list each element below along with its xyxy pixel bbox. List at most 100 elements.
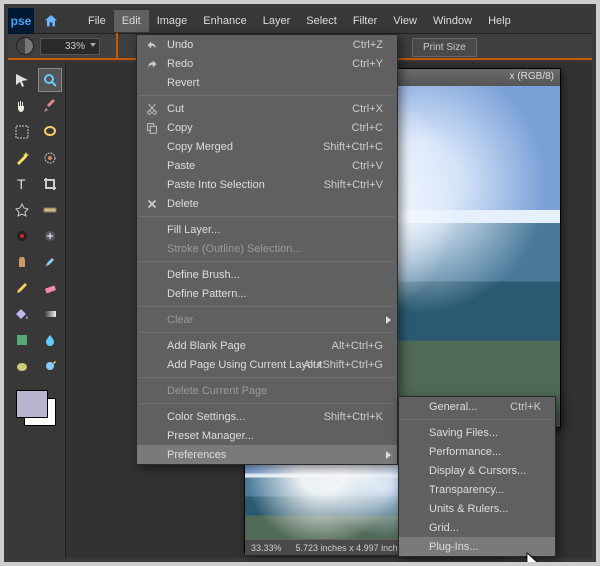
spot-heal-icon xyxy=(42,228,58,244)
menu-bar: FileEditImageEnhanceLayerSelectFilterVie… xyxy=(80,10,519,32)
selection-brush-icon xyxy=(42,150,58,166)
tool-shape[interactable] xyxy=(10,328,34,352)
menu-item-window[interactable]: Window xyxy=(425,10,480,32)
tool-hand[interactable] xyxy=(10,94,34,118)
eyedropper-icon xyxy=(42,98,58,114)
menu-item-file[interactable]: File xyxy=(80,10,114,32)
menu-item-label: Saving Files... xyxy=(429,427,498,439)
menu-item-undo[interactable]: UndoCtrl+Z xyxy=(137,35,397,54)
menu-item-display-cursors[interactable]: Display & Cursors... xyxy=(399,461,555,480)
app-window: pse FileEditImageEnhanceLayerSelectFilte… xyxy=(0,0,600,566)
tool-marquee[interactable] xyxy=(10,120,34,144)
menu-item-delete[interactable]: Delete xyxy=(137,194,397,213)
menu-item-view[interactable]: View xyxy=(385,10,425,32)
tool-pencil[interactable] xyxy=(10,276,34,300)
menu-item-fill-layer[interactable]: Fill Layer... xyxy=(137,220,397,239)
tool-smart-brush[interactable] xyxy=(38,354,62,378)
menu-shortcut: Ctrl+Y xyxy=(352,58,383,70)
tool-cookie[interactable] xyxy=(10,198,34,222)
menu-item-cut[interactable]: CutCtrl+X xyxy=(137,99,397,118)
status-zoom: 33.33% xyxy=(251,543,282,553)
menu-item-define-brush[interactable]: Define Brush... xyxy=(137,265,397,284)
menu-shortcut: Shift+Ctrl+C xyxy=(323,141,383,153)
menu-item-transparency[interactable]: Transparency... xyxy=(399,480,555,499)
tool-eyedropper[interactable] xyxy=(38,94,62,118)
menu-item-layer[interactable]: Layer xyxy=(255,10,299,32)
lasso-icon xyxy=(42,124,58,140)
menu-item-paste[interactable]: PasteCtrl+V xyxy=(137,156,397,175)
menu-item-clear: Clear xyxy=(137,310,397,329)
menu-separator xyxy=(139,377,395,378)
tool-gradient[interactable] xyxy=(38,302,62,326)
tool-brush[interactable] xyxy=(38,250,62,274)
title-bar: pse FileEditImageEnhanceLayerSelectFilte… xyxy=(8,8,592,34)
mouse-cursor xyxy=(526,552,540,566)
menu-item-edit[interactable]: Edit xyxy=(114,10,149,32)
tool-blur[interactable] xyxy=(38,328,62,352)
tool-redeye[interactable] xyxy=(10,224,34,248)
tool-lasso[interactable] xyxy=(38,120,62,144)
tool-straighten[interactable] xyxy=(38,198,62,222)
toolbox: T xyxy=(8,62,66,558)
home-button[interactable] xyxy=(38,8,64,34)
menu-item-saving-files[interactable]: Saving Files... xyxy=(399,423,555,442)
tool-zoom[interactable] xyxy=(38,68,62,92)
menu-item-label: Copy Merged xyxy=(167,141,233,153)
menu-item-label: Revert xyxy=(167,77,199,89)
menu-item-label: Add Blank Page xyxy=(167,340,246,352)
app-logo[interactable]: pse xyxy=(8,8,34,34)
gradient-icon xyxy=(42,306,58,322)
menu-item-label: Plug-Ins... xyxy=(429,541,479,553)
tool-clone[interactable] xyxy=(10,250,34,274)
menu-item-label: Grid... xyxy=(429,522,459,534)
menu-item-help[interactable]: Help xyxy=(480,10,519,32)
zoom-value: 33% xyxy=(65,41,85,52)
menu-item-add-blank-page[interactable]: Add Blank PageAlt+Ctrl+G xyxy=(137,336,397,355)
type-icon: T xyxy=(14,176,30,192)
tool-wand[interactable] xyxy=(10,146,34,170)
blur-icon xyxy=(42,332,58,348)
foreground-color[interactable] xyxy=(16,390,48,418)
marquee-icon xyxy=(14,124,30,140)
menu-item-select[interactable]: Select xyxy=(298,10,345,32)
menu-item-units-rulers[interactable]: Units & Rulers... xyxy=(399,499,555,518)
menu-item-enhance[interactable]: Enhance xyxy=(195,10,254,32)
menu-item-revert[interactable]: Revert xyxy=(137,73,397,92)
cut-icon xyxy=(145,102,159,116)
menu-item-preferences[interactable]: Preferences xyxy=(137,445,397,464)
menu-item-copy[interactable]: CopyCtrl+C xyxy=(137,118,397,137)
menu-item-preset-manager[interactable]: Preset Manager... xyxy=(137,426,397,445)
wand-icon xyxy=(14,150,30,166)
menu-item-grid[interactable]: Grid... xyxy=(399,518,555,537)
tool-move[interactable] xyxy=(10,68,34,92)
menu-item-paste-into-selection[interactable]: Paste Into SelectionShift+Ctrl+V xyxy=(137,175,397,194)
tool-eraser[interactable] xyxy=(38,276,62,300)
tool-selection-brush[interactable] xyxy=(38,146,62,170)
menu-item-label: Delete xyxy=(167,198,199,210)
menu-item-color-settings[interactable]: Color Settings...Shift+Ctrl+K xyxy=(137,407,397,426)
menu-separator xyxy=(139,261,395,262)
menu-item-performance[interactable]: Performance... xyxy=(399,442,555,461)
menu-item-delete-current-page: Delete Current Page xyxy=(137,381,397,400)
tool-spot-heal[interactable] xyxy=(38,224,62,248)
menu-item-define-pattern[interactable]: Define Pattern... xyxy=(137,284,397,303)
tool-preset-icon[interactable] xyxy=(16,37,34,55)
color-swatch[interactable] xyxy=(10,386,63,426)
tool-sponge[interactable] xyxy=(10,354,34,378)
menu-item-image[interactable]: Image xyxy=(149,10,196,32)
menu-item-filter[interactable]: Filter xyxy=(345,10,385,32)
menu-item-copy-merged[interactable]: Copy Merged Shift+Ctrl+C xyxy=(137,137,397,156)
tool-bucket[interactable] xyxy=(10,302,34,326)
delete-icon xyxy=(145,197,159,211)
tool-type[interactable]: T xyxy=(10,172,34,196)
menu-item-add-page-using-current-layout[interactable]: Add Page Using Current LayoutAlt+Shift+C… xyxy=(137,355,397,374)
print-size-button[interactable]: Print Size xyxy=(412,38,477,57)
menu-item-redo[interactable]: RedoCtrl+Y xyxy=(137,54,397,73)
menu-item-label: Clear xyxy=(167,314,193,326)
menu-item-label: Paste Into Selection xyxy=(167,179,265,191)
menu-item-label: Add Page Using Current Layout xyxy=(167,359,322,371)
sponge-icon xyxy=(14,358,30,374)
zoom-field[interactable]: 33% xyxy=(40,38,100,55)
menu-item-general[interactable]: General...Ctrl+K xyxy=(399,397,555,416)
tool-crop[interactable] xyxy=(38,172,62,196)
